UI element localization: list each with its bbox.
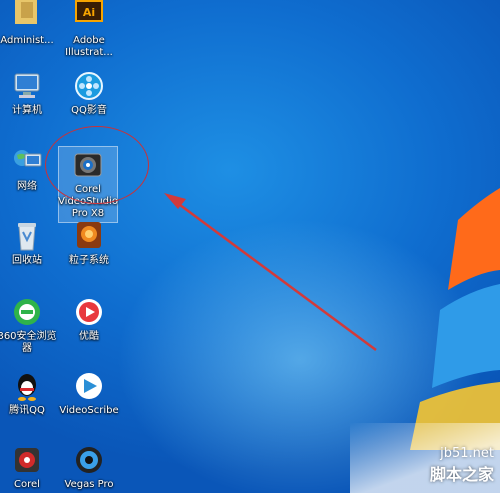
watermark-brand: 脚本之家 — [429, 465, 494, 484]
desktop: Administ... 计算机 网络 回收站 360安全浏览 器 腾讯QQ Co… — [0, 0, 500, 493]
watermark-url: jb51.net — [440, 446, 494, 461]
watermark: jb51.net 脚本之家 — [430, 446, 494, 485]
windows-logo-icon — [410, 188, 500, 450]
